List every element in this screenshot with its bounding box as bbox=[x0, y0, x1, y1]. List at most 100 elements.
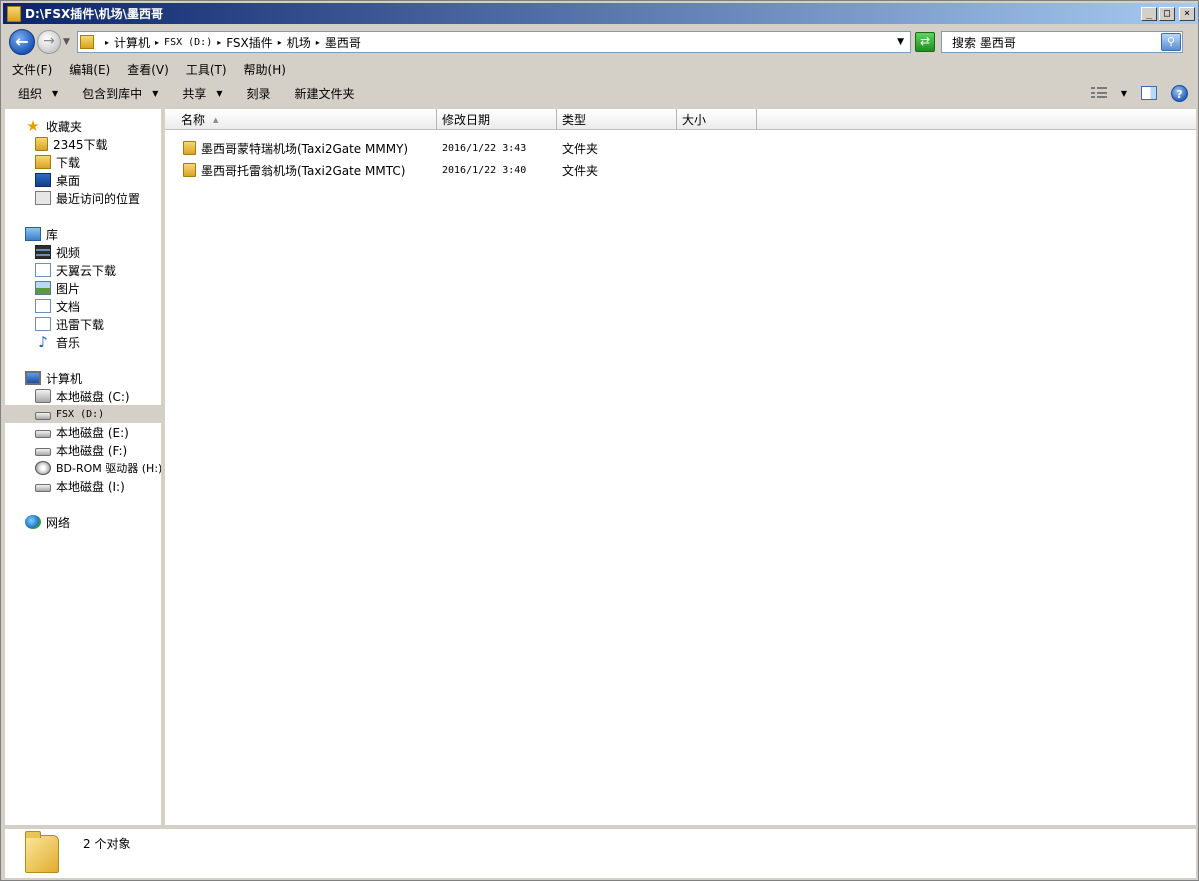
nav-computer[interactable]: 计算机 bbox=[5, 369, 161, 387]
nav-item-videos[interactable]: 视频 bbox=[5, 243, 161, 261]
nav-item-label: 天翼云下载 bbox=[56, 263, 117, 278]
chevron-down-icon: ▼ bbox=[52, 88, 59, 98]
nav-item-label: 最近访问的位置 bbox=[56, 191, 141, 206]
explorer-window: D:\FSX插件\机场\墨西哥 _ □ × ← → ▼ ▸ 计算机 ▸ FSX … bbox=[0, 0, 1199, 881]
arrow-right-icon: → bbox=[43, 33, 55, 49]
maximize-button[interactable]: □ bbox=[1159, 6, 1175, 21]
menu-file[interactable]: 文件(F) bbox=[3, 61, 60, 78]
item-count: 2 个对象 bbox=[83, 837, 131, 851]
nav-item-label: 视频 bbox=[56, 245, 81, 260]
forward-button[interactable]: → bbox=[37, 30, 61, 54]
nav-favorites[interactable]: ★ 收藏夹 bbox=[5, 117, 161, 135]
nav-favorites-label: 收藏夹 bbox=[46, 119, 83, 134]
nav-libraries[interactable]: 库 bbox=[5, 225, 161, 243]
minimize-button[interactable]: _ bbox=[1141, 6, 1157, 21]
chevron-down-icon: ▼ bbox=[152, 88, 159, 98]
column-name-label: 名称 bbox=[181, 113, 206, 127]
drive-icon bbox=[35, 430, 51, 438]
help-icon[interactable]: ? bbox=[1171, 84, 1188, 102]
refresh-button[interactable]: ⇄ bbox=[915, 32, 935, 52]
breadcrumb-computer[interactable]: 计算机 bbox=[114, 34, 150, 51]
chevron-down-icon[interactable]: ▸ bbox=[316, 38, 320, 47]
picture-icon bbox=[35, 281, 51, 295]
menu-help[interactable]: 帮助(H) bbox=[235, 61, 294, 78]
library-icon bbox=[25, 227, 41, 241]
nav-item-label: 下载 bbox=[56, 155, 81, 170]
nav-item-drive-f[interactable]: 本地磁盘 (F:) bbox=[5, 441, 161, 459]
close-button[interactable]: × bbox=[1179, 6, 1195, 21]
nav-item-downloads[interactable]: 下载 bbox=[5, 153, 161, 171]
include-in-library-button[interactable]: 包含到库中 ▼ bbox=[67, 85, 167, 102]
nav-item-label: FSX (D:) bbox=[56, 408, 105, 420]
menu-edit[interactable]: 编辑(E) bbox=[60, 61, 118, 78]
nav-item-drive-h[interactable]: BD-ROM 驱动器 (H:) bbox=[5, 459, 163, 477]
address-history-dropdown[interactable]: ▼ bbox=[897, 37, 904, 47]
back-button[interactable]: ← bbox=[9, 29, 35, 55]
nav-libraries-label: 库 bbox=[46, 227, 59, 242]
file-list[interactable]: 名称 ▲ 修改日期 类型 大小 墨西哥蒙特瑞机场(Taxi2Gate MMMY)… bbox=[165, 109, 1196, 825]
nav-item-recent-places[interactable]: 最近访问的位置 bbox=[5, 189, 161, 207]
nav-item-drive-d[interactable]: FSX (D:) bbox=[5, 405, 161, 423]
command-bar: 组织 ▼ 包含到库中 ▼ 共享 ▼ 刻录 新建文件夹 ▼ ? bbox=[3, 80, 1198, 106]
nav-item-xunlei-download[interactable]: 迅雷下载 bbox=[5, 315, 161, 333]
chevron-down-icon[interactable]: ▸ bbox=[105, 38, 109, 47]
drive-icon bbox=[35, 448, 51, 456]
burn-label: 刻录 bbox=[246, 86, 271, 101]
breadcrumb-fsx-drive[interactable]: FSX (D:) bbox=[164, 37, 212, 48]
search-icon[interactable]: ⚲ bbox=[1161, 33, 1181, 51]
title-bar[interactable]: D:\FSX插件\机场\墨西哥 _ □ × bbox=[3, 3, 1198, 24]
nav-item-pictures[interactable]: 图片 bbox=[5, 279, 161, 297]
navigation-pane[interactable]: ★ 收藏夹 2345下载 下载 桌面 最近访问的位置 库 视频 天翼云下载 图片… bbox=[5, 109, 163, 825]
nav-item-2345-download[interactable]: 2345下载 bbox=[5, 135, 161, 153]
column-header-type[interactable]: 类型 bbox=[557, 109, 677, 130]
file-date: 2016/1/22 3:43 bbox=[442, 142, 527, 154]
nav-item-label: 图片 bbox=[56, 281, 81, 296]
details-pane: 2 个对象 bbox=[5, 828, 1196, 878]
organize-button[interactable]: 组织 ▼ bbox=[3, 85, 67, 102]
menu-view[interactable]: 查看(V) bbox=[118, 61, 177, 78]
file-row[interactable]: 墨西哥蒙特瑞机场(Taxi2Gate MMMY) 2016/1/22 3:43 … bbox=[165, 137, 765, 159]
nav-computer-label: 计算机 bbox=[46, 371, 83, 386]
recent-places-icon bbox=[35, 191, 51, 205]
nav-item-drive-i[interactable]: 本地磁盘 (I:) bbox=[5, 477, 161, 495]
address-bar[interactable]: ▸ 计算机 ▸ FSX (D:) ▸ FSX插件 ▸ 机场 ▸ 墨西哥 ▼ bbox=[77, 31, 911, 53]
network-icon bbox=[25, 515, 41, 529]
nav-network[interactable]: 网络 bbox=[5, 513, 161, 531]
chevron-down-icon[interactable]: ▼ bbox=[1121, 89, 1127, 98]
search-input[interactable]: 搜索 墨西哥 bbox=[942, 34, 1161, 51]
chevron-down-icon[interactable]: ▸ bbox=[278, 38, 282, 47]
view-options-icon[interactable] bbox=[1090, 87, 1107, 99]
burn-button[interactable]: 刻录 bbox=[232, 85, 280, 102]
menu-tools[interactable]: 工具(T) bbox=[177, 61, 235, 78]
breadcrumb-fsx-plugins[interactable]: FSX插件 bbox=[226, 34, 273, 51]
nav-item-documents[interactable]: 文档 bbox=[5, 297, 161, 315]
computer-icon bbox=[25, 371, 41, 385]
breadcrumb-airports[interactable]: 机场 bbox=[287, 34, 311, 51]
search-box[interactable]: 搜索 墨西哥 ⚲ bbox=[941, 31, 1183, 53]
nav-item-drive-c[interactable]: 本地磁盘 (C:) bbox=[5, 387, 161, 405]
chevron-down-icon[interactable]: ▸ bbox=[155, 38, 159, 47]
download-folder-icon bbox=[35, 155, 51, 169]
chevron-down-icon: ▼ bbox=[216, 88, 223, 98]
organize-label: 组织 bbox=[18, 86, 43, 101]
share-button[interactable]: 共享 ▼ bbox=[167, 85, 231, 102]
drive-icon bbox=[35, 484, 51, 492]
library-folder-icon bbox=[35, 317, 51, 331]
file-type: 文件夹 bbox=[562, 141, 599, 156]
new-folder-button[interactable]: 新建文件夹 bbox=[280, 85, 364, 102]
nav-item-drive-e[interactable]: 本地磁盘 (E:) bbox=[5, 423, 161, 441]
nav-item-desktop[interactable]: 桌面 bbox=[5, 171, 161, 189]
chevron-down-icon[interactable]: ▸ bbox=[217, 38, 221, 47]
column-header-name[interactable]: 名称 ▲ bbox=[165, 109, 437, 130]
nav-item-label: BD-ROM 驱动器 (H:) bbox=[56, 462, 163, 475]
nav-item-tianyi-download[interactable]: 天翼云下载 bbox=[5, 261, 161, 279]
breadcrumb-mexico[interactable]: 墨西哥 bbox=[325, 34, 361, 51]
address-row: ← → ▼ ▸ 计算机 ▸ FSX (D:) ▸ FSX插件 ▸ 机场 ▸ 墨西… bbox=[3, 27, 1198, 57]
column-header-size[interactable]: 大小 bbox=[677, 109, 757, 130]
column-header-date[interactable]: 修改日期 bbox=[437, 109, 557, 130]
recent-pages-dropdown[interactable]: ▼ bbox=[63, 37, 73, 47]
nav-item-music[interactable]: ♪ 音乐 bbox=[5, 333, 161, 351]
computer-group: 计算机 本地磁盘 (C:) FSX (D:) 本地磁盘 (E:) 本地磁盘 (F… bbox=[5, 369, 163, 495]
preview-pane-icon[interactable] bbox=[1141, 86, 1157, 100]
file-row[interactable]: 墨西哥托雷翁机场(Taxi2Gate MMTC) 2016/1/22 3:40 … bbox=[165, 159, 765, 181]
